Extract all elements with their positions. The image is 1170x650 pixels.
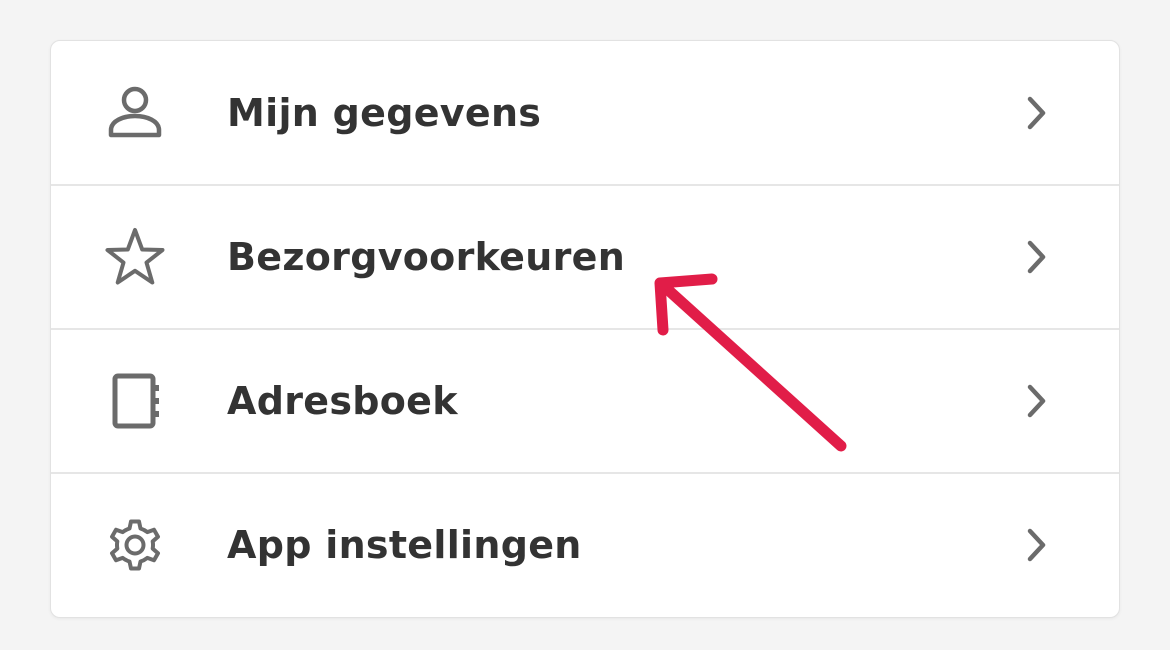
menu-item-mijn-gegevens[interactable]: Mijn gegevens [51, 41, 1119, 184]
menu-item-adresboek[interactable]: Adresboek [51, 328, 1119, 472]
menu-item-label: App instellingen [227, 523, 582, 567]
chevron-right-icon [1027, 96, 1046, 129]
menu-item-label: Mijn gegevens [227, 90, 542, 135]
star-icon [103, 225, 167, 289]
menu-item-app-instellingen[interactable]: App instellingen [51, 472, 1119, 616]
settings-menu-card: Mijn gegevens Bezorgvoorkeuren Adresboek [50, 40, 1120, 618]
chevron-right-icon [1027, 240, 1046, 274]
address-book-icon [103, 369, 167, 433]
chevron-right-icon [1027, 528, 1046, 562]
gear-icon [103, 513, 167, 577]
menu-item-label: Bezorgvoorkeuren [227, 235, 626, 279]
person-icon [103, 81, 167, 145]
menu-item-bezorgvoorkeuren[interactable]: Bezorgvoorkeuren [51, 184, 1119, 328]
chevron-right-icon [1027, 384, 1046, 418]
menu-item-label: Adresboek [227, 379, 458, 423]
